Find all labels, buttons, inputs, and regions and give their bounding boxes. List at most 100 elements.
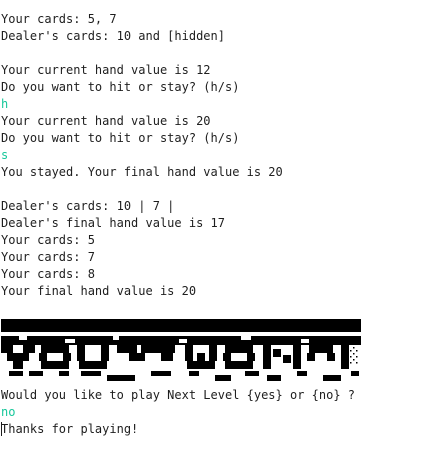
ascii-banner-you-won (1, 319, 361, 383)
banner-block (129, 353, 145, 361)
banner-dither-dot (350, 356, 352, 358)
banner-block (309, 345, 333, 353)
banner-block (1, 345, 13, 353)
banner-bottom-block (81, 371, 101, 376)
you-won-banner-art (1, 319, 361, 381)
line-text: Your cards: 5 (1, 233, 95, 247)
banner-bottom-block (267, 375, 281, 381)
banner-dither-dot (347, 353, 349, 355)
banner-block (197, 353, 205, 361)
output-line: Dealer's final hand value is 17 (1, 215, 423, 232)
user-input-line: s (1, 147, 423, 164)
line-text: Would you like to play Next Level {yes} … (1, 388, 356, 402)
banner-block (41, 345, 69, 353)
banner-block (307, 353, 315, 361)
banner-block (39, 353, 47, 361)
banner-block (141, 341, 175, 353)
banner-block (41, 361, 69, 369)
line-text: Your current hand value is 20 (1, 114, 211, 128)
banner-bottom-block (151, 371, 171, 376)
banner-dither-dot (347, 347, 349, 349)
output-line: Thanks for playing! (1, 421, 423, 438)
banner-gap (65, 339, 75, 343)
output-line: Your current hand value is 12 (1, 62, 423, 79)
banner-bottom-block (9, 371, 23, 376)
line-text: You stayed. Your final hand value is 20 (1, 165, 283, 179)
banner-block (185, 345, 193, 361)
line-text: Thanks for playing! (1, 422, 139, 436)
line-text: no (1, 405, 16, 419)
banner-gap (113, 336, 119, 340)
banner-block (209, 345, 217, 361)
banner-bottom-block (323, 375, 341, 381)
terminal-output: Your cards: 5, 7 Dealer's cards: 10 and [… (1, 11, 423, 438)
banner-block (247, 353, 255, 361)
banner-block (77, 345, 85, 361)
banner-block (79, 361, 107, 369)
banner-block (225, 345, 253, 353)
banner-block (23, 345, 35, 353)
banner-bottom-block (351, 371, 359, 376)
banner-dither-dot (353, 359, 355, 361)
banner-block (63, 353, 71, 361)
output-lines-top: Your cards: 5, 7 Dealer's cards: 10 and [… (1, 11, 423, 317)
line-text: Your cards: 5, 7 (1, 12, 117, 26)
output-line: Do you want to hit or stay? (h/s) (1, 79, 423, 96)
banner-block (7, 353, 29, 361)
output-line: Dealer's cards: 10 and [hidden] (1, 28, 423, 45)
output-line: Your cards: 5, 7 (1, 11, 423, 28)
banner-dither-dot (350, 350, 352, 352)
banner-bottom-block (189, 371, 199, 376)
banner-top-bar (1, 319, 361, 332)
line-text: h (1, 97, 9, 111)
output-line: You stayed. Your final hand value is 20 (1, 164, 423, 181)
banner-bottom-block (59, 371, 69, 376)
banner-dither-dot (350, 362, 352, 364)
banner-dither-dot (356, 356, 358, 358)
line-text: Dealer's final hand value is 17 (1, 216, 225, 230)
line-text: Your cards: 7 (1, 250, 95, 264)
line-text: Dealer's cards: 10 | 7 | (1, 199, 175, 213)
banner-gap (179, 339, 187, 343)
line-text: Your current hand value is 12 (1, 63, 211, 77)
line-text: Your cards: 8 (1, 267, 95, 281)
banner-bottom-block (29, 371, 43, 376)
user-input-line: h (1, 96, 423, 113)
banner-gap (19, 336, 27, 340)
line-text: Do you want to hit or stay? (h/s) (1, 131, 240, 145)
banner-block (101, 345, 109, 361)
banner-block (13, 361, 23, 369)
line-text: s (1, 148, 9, 162)
line-text: Dealer's cards: 10 and [hidden] (1, 29, 225, 43)
banner-dither-dot (356, 350, 358, 352)
output-line: Dealer's cards: 10 | 7 | (1, 198, 423, 215)
line-text: Your final hand value is 20 (1, 284, 197, 298)
banner-dither-dot (353, 353, 355, 355)
banner-block (187, 361, 215, 369)
banner-bottom-block (107, 375, 135, 381)
banner-block (283, 355, 291, 363)
banner-bottom-block (215, 375, 231, 381)
banner-block (293, 345, 301, 369)
banner-dither-dot (356, 362, 358, 364)
output-line: Your cards: 7 (1, 249, 423, 266)
banner-bottom-block (297, 371, 307, 376)
output-line: Your cards: 8 (1, 266, 423, 283)
output-line: Your final hand value is 20 (1, 283, 423, 300)
banner-block (161, 353, 173, 361)
banner-block (273, 349, 281, 357)
banner-block (223, 353, 231, 361)
banner-block (341, 345, 349, 369)
user-input-line: no (1, 404, 423, 421)
banner-block (327, 353, 335, 361)
output-line: Do you want to hit or stay? (h/s) (1, 130, 423, 147)
banner-block (263, 345, 271, 369)
banner-block (225, 361, 253, 369)
banner-bottom-block (245, 371, 259, 376)
output-line: Your current hand value is 20 (1, 113, 423, 130)
banner-dither-dot (353, 347, 355, 349)
banner-gap (241, 336, 251, 340)
